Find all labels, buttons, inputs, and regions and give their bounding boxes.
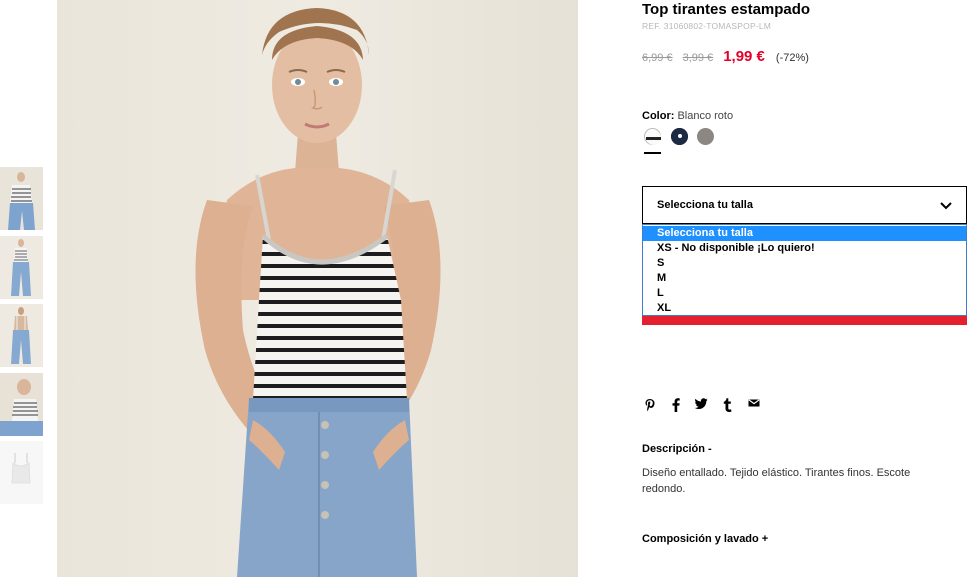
color-selected-name: Blanco roto <box>677 110 734 122</box>
price-previous: 3,99 € <box>682 52 714 64</box>
thumbnail-5[interactable] <box>0 441 43 504</box>
size-select-label: Selecciona tu talla <box>657 199 753 211</box>
description-text: Diseño entallado. Tejido elástico. Tiran… <box>642 467 911 495</box>
swatch-gris[interactable] <box>697 128 714 145</box>
thumbnail-4[interactable] <box>0 373 43 436</box>
size-option-s[interactable]: S <box>643 256 966 271</box>
size-dropdown-list: Selecciona tu talla XS - No disponible ¡… <box>642 224 967 316</box>
thumbnail-1[interactable] <box>0 167 43 230</box>
email-icon[interactable] <box>746 396 762 414</box>
product-reference: REF. 31060802-TOMASPOP-LM <box>642 21 772 31</box>
share-icons <box>642 396 782 414</box>
description-heading[interactable]: Descripción - <box>642 443 712 455</box>
thumbnail-2[interactable] <box>0 236 43 299</box>
discount-badge: (-72%) <box>775 52 809 64</box>
dot-pattern-icon <box>671 128 688 145</box>
color-label-title: Color: <box>642 110 675 122</box>
pinterest-icon[interactable] <box>642 396 658 414</box>
swatch-blanco-roto[interactable] <box>644 128 661 145</box>
tumblr-icon[interactable] <box>719 396 735 414</box>
price-current: 1,99 € <box>723 48 765 65</box>
size-select[interactable]: Selecciona tu talla <box>642 186 967 224</box>
composition-heading[interactable]: Composición y lavado + <box>642 533 768 545</box>
size-option-xl[interactable]: XL <box>643 301 966 316</box>
color-label: Color: Blanco roto <box>642 110 733 122</box>
thumbnail-3[interactable] <box>0 304 43 367</box>
stripe-pattern-icon <box>646 130 661 145</box>
price-original: 6,99 € <box>642 52 673 64</box>
price-block: 6,99 € 3,99 € 1,99 € (-72%) <box>642 48 809 68</box>
color-swatches <box>642 127 742 157</box>
size-option-l[interactable]: L <box>643 286 966 301</box>
selected-swatch-indicator <box>644 152 661 154</box>
product-title: Top tirantes estampado <box>642 1 811 18</box>
facebook-icon[interactable] <box>668 396 684 414</box>
twitter-icon[interactable] <box>693 396 709 414</box>
swatch-azul-marino[interactable] <box>671 128 688 145</box>
chevron-down-icon <box>940 202 952 210</box>
size-option-m[interactable]: M <box>643 271 966 286</box>
add-to-bag-bar[interactable] <box>642 316 967 325</box>
product-main-image[interactable] <box>57 0 578 577</box>
size-option-placeholder[interactable]: Selecciona tu talla <box>643 226 966 241</box>
size-option-xs[interactable]: XS - No disponible ¡Lo quiero! <box>643 241 966 256</box>
